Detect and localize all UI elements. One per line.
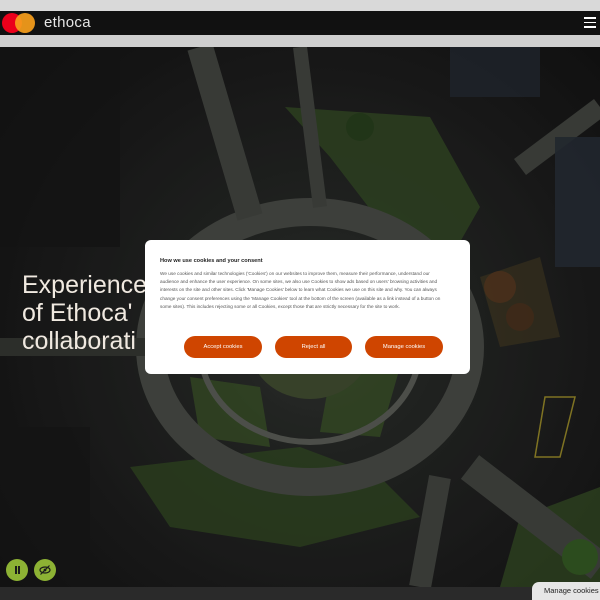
dialog-body: We use cookies and similar technologies …: [160, 271, 441, 309]
top-strip: [0, 0, 600, 11]
mastercard-logo-icon[interactable]: [2, 13, 36, 33]
site-header: ethoca: [0, 11, 600, 35]
headline-line: Experience: [22, 271, 148, 299]
eye-off-icon[interactable]: [34, 559, 56, 581]
headline-line: collaborati: [22, 327, 136, 355]
reject-all-button[interactable]: Reject all: [275, 336, 352, 358]
accept-cookies-button[interactable]: Accept cookies: [184, 336, 262, 358]
hamburger-menu-icon[interactable]: [584, 17, 596, 28]
dialog-title: How we use cookies and your consent: [160, 258, 263, 264]
dialog-actions: Accept cookies Reject all Manage cookies: [184, 336, 443, 358]
pause-icon[interactable]: [6, 559, 28, 581]
manage-cookies-tab[interactable]: Manage cookies: [532, 582, 600, 600]
brand-name[interactable]: ethoca: [44, 14, 91, 31]
manage-cookies-button[interactable]: Manage cookies: [365, 336, 443, 358]
sub-bar: [0, 35, 600, 47]
headline-line: of Ethoca': [22, 299, 133, 327]
hero-headline: Experience of Ethoca' collaborati: [22, 271, 147, 355]
cookie-consent-dialog: How we use cookies and your consent We u…: [145, 240, 470, 374]
bottom-bar: [0, 587, 600, 600]
